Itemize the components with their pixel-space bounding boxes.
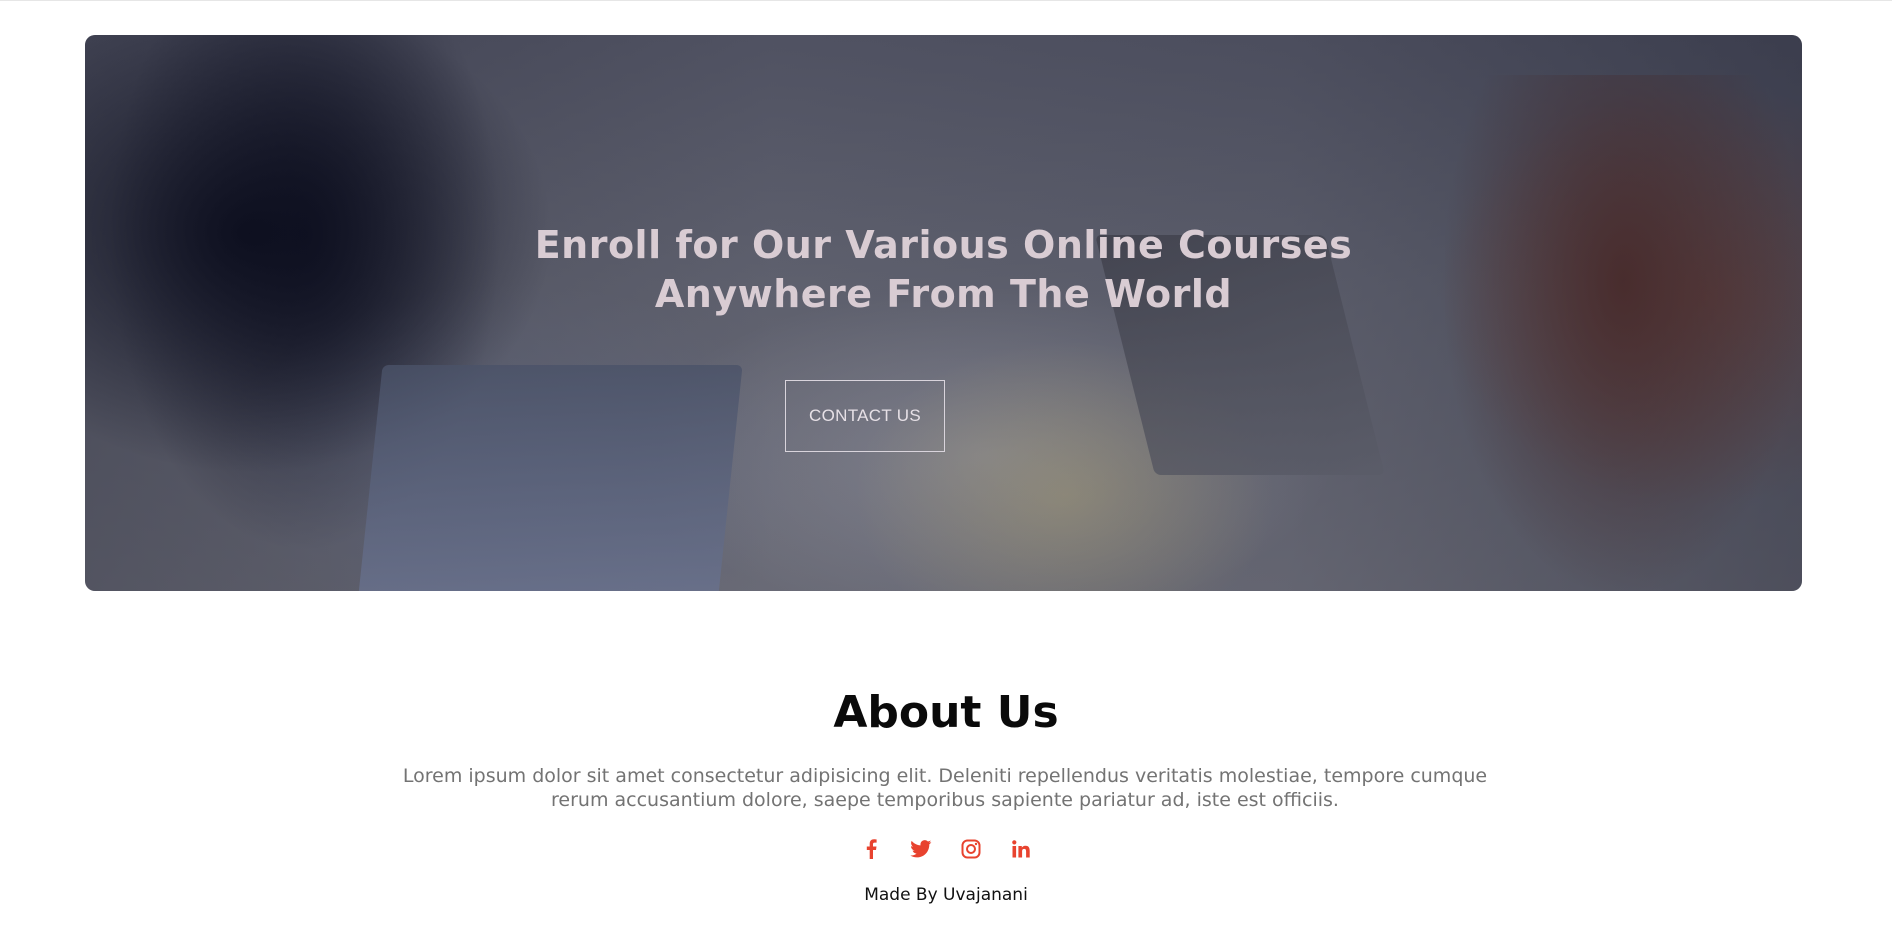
linkedin-icon[interactable] (1009, 837, 1033, 861)
hero-title-line-1: Enroll for Our Various Online Courses (534, 223, 1353, 267)
facebook-icon[interactable] (859, 837, 883, 861)
about-text-line-1: Lorem ipsum dolor sit amet consectetur a… (402, 765, 1488, 787)
hero-background-laptop-left (357, 365, 743, 591)
social-links (0, 837, 1892, 861)
hero-title-line-2: Anywhere From The World (654, 272, 1233, 316)
twitter-icon[interactable] (909, 837, 933, 861)
about-title: About Us (833, 687, 1059, 738)
instagram-icon[interactable] (959, 837, 983, 861)
about-text: Lorem ipsum dolor sit amet consectetur a… (360, 764, 1530, 812)
about-text-line-2: rerum accusantium dolore, saepe temporib… (551, 789, 1339, 811)
hero-title: Enroll for Our Various Online Courses An… (85, 221, 1802, 319)
hero-banner: Enroll for Our Various Online Courses An… (85, 35, 1802, 591)
footer-credit: Made By Uvajanani (864, 885, 1028, 905)
contact-us-button[interactable]: CONTACT US (785, 380, 945, 452)
page: Enroll for Our Various Online Courses An… (0, 0, 1892, 926)
hero-background-person-right (1445, 75, 1802, 591)
